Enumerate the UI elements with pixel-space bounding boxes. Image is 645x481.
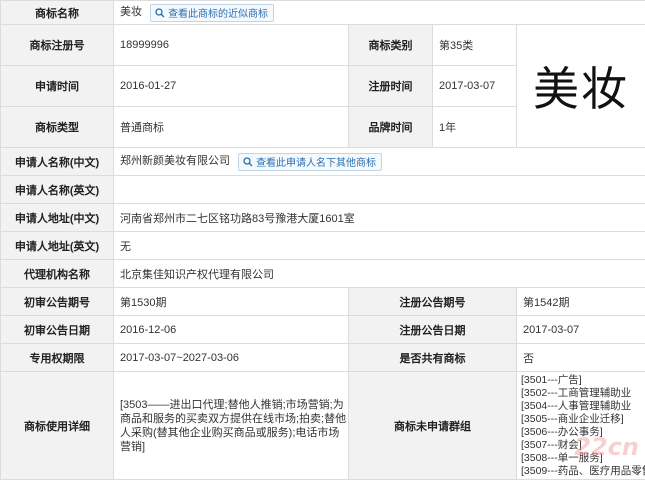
reg-notice-date-value: 2017-03-07 <box>516 315 645 344</box>
prelim-notice-date-value: 2016-12-06 <box>113 315 349 344</box>
reg-no-value: 18999996 <box>113 24 349 66</box>
group-item: [3507---财会] <box>521 438 582 451</box>
trademark-name-cell: 美妆 查看此商标的近似商标 <box>113 0 645 25</box>
group-item: [3505---商业企业迁移] <box>521 412 624 425</box>
usage-detail-label: 商标使用详细 <box>0 371 114 480</box>
group-item: [3509---药品、医疗用品零售或批发服务] <box>521 464 645 477</box>
applicant-addr-en-value: 无 <box>113 231 645 260</box>
reg-no-label: 商标注册号 <box>0 24 114 66</box>
unregistered-groups-label: 商标未申请群组 <box>348 371 517 480</box>
applicant-name-en-value <box>113 175 645 204</box>
similar-marks-label: 查看此商标的近似商标 <box>168 9 269 21</box>
group-item: [3508---单一服务] <box>521 451 603 464</box>
group-item: [3506---办公事务] <box>521 425 603 438</box>
row-agent: 代理机构名称 北京集佳知识产权代理有限公司 <box>0 259 645 288</box>
apply-date-value: 2016-01-27 <box>113 65 349 107</box>
search-icon <box>155 7 165 18</box>
trademark-name-label: 商标名称 <box>0 0 114 25</box>
applicant-other-marks-button[interactable]: 查看此申请人名下其他商标 <box>238 152 383 171</box>
type-label: 商标类型 <box>0 106 114 148</box>
applicant-name-en-label: 申请人名称(英文) <box>0 175 114 204</box>
brand-age-label: 品牌时间 <box>348 106 433 148</box>
row-usage: 商标使用详细 [3503——进出口代理;替他人推销;市场营销;为商品和服务的买卖… <box>0 371 645 480</box>
exclusive-period-label: 专用权期限 <box>0 343 114 372</box>
row-applicant-cn: 申请人名称(中文) 郑州新颜美妆有限公司 查看此申请人名下其他商标 <box>0 147 645 176</box>
unregistered-groups-cell: [3501---广告] [3502---工商管理辅助业 [3504---人事管理… <box>516 371 645 480</box>
reg-date-label: 注册时间 <box>348 65 433 107</box>
applicant-name-cn-label: 申请人名称(中文) <box>0 147 114 176</box>
reg-notice-date-label: 注册公告日期 <box>348 315 517 344</box>
search-icon <box>243 156 253 167</box>
reg-notice-no-value: 第1542期 <box>516 287 645 316</box>
applicant-addr-en-label: 申请人地址(英文) <box>0 231 114 260</box>
brand-age-value: 1年 <box>432 106 517 148</box>
row-notice-date: 初审公告日期 2016-12-06 注册公告日期 2017-03-07 <box>0 315 645 344</box>
reg-date-value: 2017-03-07 <box>432 65 517 107</box>
type-value: 普通商标 <box>113 106 349 148</box>
row-applicant-en: 申请人名称(英文) <box>0 175 645 204</box>
row-trademark-name: 商标名称 美妆 查看此商标的近似商标 <box>0 0 645 25</box>
shared-mark-label: 是否共有商标 <box>348 343 517 372</box>
agent-label: 代理机构名称 <box>0 259 114 288</box>
usage-detail-value: [3503——进出口代理;替他人推销;市场营销;为商品和服务的买卖双方提供在线市… <box>113 371 349 480</box>
reg-notice-no-label: 注册公告期号 <box>348 287 517 316</box>
prelim-notice-date-label: 初审公告日期 <box>0 315 114 344</box>
unregistered-groups-list: [3501---广告] [3502---工商管理辅助业 [3504---人事管理… <box>521 374 645 478</box>
trademark-name-value: 美妆 <box>120 6 142 19</box>
applicant-name-cn-cell: 郑州新颜美妆有限公司 查看此申请人名下其他商标 <box>113 147 645 176</box>
applicant-addr-cn-label: 申请人地址(中文) <box>0 203 114 232</box>
row-addr-en: 申请人地址(英文) 无 <box>0 231 645 260</box>
row-addr-cn: 申请人地址(中文) 河南省郑州市二七区铭功路83号豫港大厦1601室 <box>0 203 645 232</box>
trademark-image: 美妆 <box>516 24 645 148</box>
category-label: 商标类别 <box>348 24 433 66</box>
category-value: 第35类 <box>432 24 517 66</box>
trademark-image-text: 美妆 <box>533 62 629 116</box>
applicant-name-cn-value: 郑州新颜美妆有限公司 <box>120 155 230 168</box>
applicant-addr-cn-value: 河南省郑州市二七区铭功路83号豫港大厦1601室 <box>113 203 645 232</box>
prelim-notice-no-label: 初审公告期号 <box>0 287 114 316</box>
agent-value: 北京集佳知识产权代理有限公司 <box>113 259 645 288</box>
similar-marks-button[interactable]: 查看此商标的近似商标 <box>150 3 275 22</box>
group-item: [3504---人事管理辅助业 <box>521 399 632 412</box>
group-item: [3501---广告] <box>521 373 582 386</box>
trademark-detail-table: 商标名称 美妆 查看此商标的近似商标 商标注册号 18999996 商标类别 第… <box>0 0 645 480</box>
apply-date-label: 申请时间 <box>0 65 114 107</box>
row-notice-no: 初审公告期号 第1530期 注册公告期号 第1542期 <box>0 287 645 316</box>
exclusive-period-value: 2017-03-07~2027-03-06 <box>113 343 349 372</box>
row-exclusive: 专用权期限 2017-03-07~2027-03-06 是否共有商标 否 <box>0 343 645 372</box>
prelim-notice-no-value: 第1530期 <box>113 287 349 316</box>
group-item: [3502---工商管理辅助业 <box>521 386 632 399</box>
applicant-other-marks-label: 查看此申请人名下其他商标 <box>256 158 377 170</box>
shared-mark-value: 否 <box>516 343 645 372</box>
row-reg-no: 商标注册号 18999996 商标类别 第35类 美妆 <box>0 24 645 148</box>
